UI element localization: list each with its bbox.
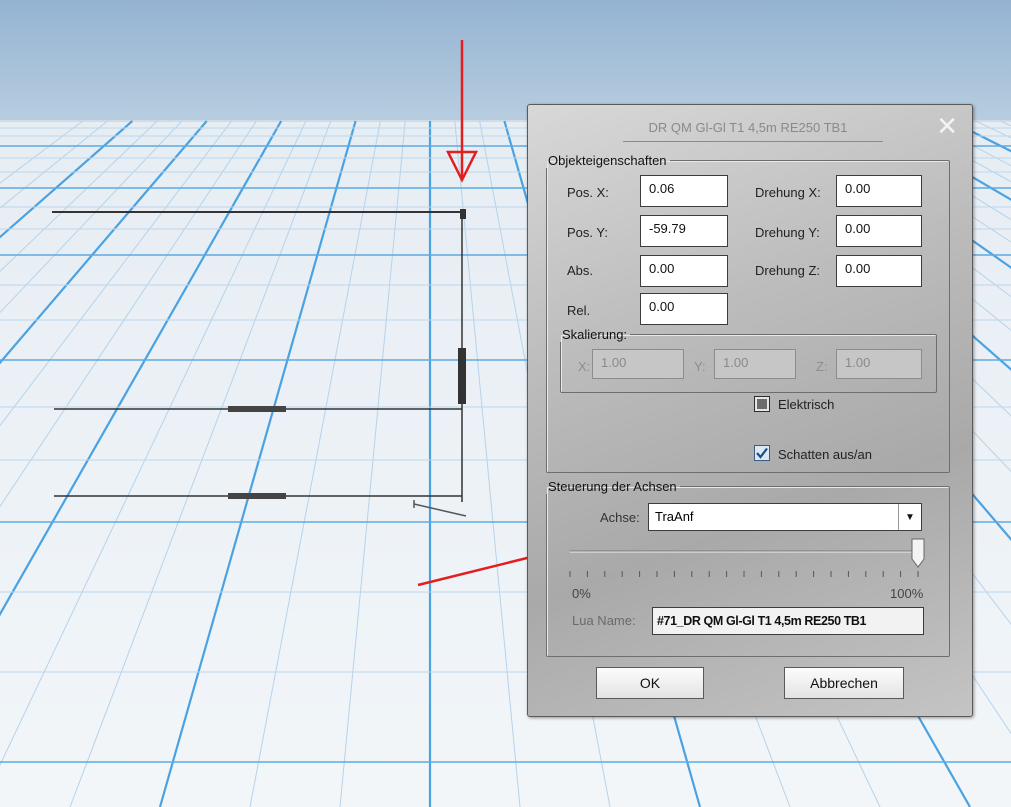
rotation-y-input[interactable]: 0.00 <box>836 215 922 247</box>
insulator-middle <box>228 406 286 412</box>
scale-y-label: Y: <box>694 359 706 374</box>
title-underline <box>623 141 883 142</box>
lua-name-field[interactable]: #71_DR QM Gl-Gl T1 4,5m RE250 TB1 <box>652 607 924 635</box>
axis-select-value: TraAnf <box>655 509 694 524</box>
slider-min-label: 0% <box>572 586 591 601</box>
cancel-button[interactable]: Abbrechen <box>784 667 904 699</box>
object-properties-dialog[interactable]: DR QM Gl-Gl T1 4,5m RE250 TB1 ✕ Objektei… <box>527 104 973 717</box>
electric-label: Elektrisch <box>778 397 835 412</box>
axis-control-legend: Steuerung der Achsen <box>548 479 677 494</box>
lua-name-label: Lua Name: <box>572 613 636 628</box>
close-icon[interactable]: ✕ <box>936 113 958 139</box>
rel-input[interactable]: 0.00 <box>640 293 728 325</box>
mast-top-cap <box>460 209 466 219</box>
ok-button[interactable]: OK <box>596 667 704 699</box>
shadow-checkbox[interactable] <box>754 445 770 461</box>
pos-y-input[interactable]: -59.79 <box>640 215 728 247</box>
scale-x-label: X: <box>578 359 591 374</box>
axis-label: Achse: <box>600 510 640 525</box>
insulator-bottom <box>228 493 286 499</box>
pos-x-label: Pos. X: <box>567 185 609 200</box>
rotation-x-label: Drehung X: <box>755 185 821 200</box>
slider-thumb[interactable] <box>911 538 925 568</box>
electric-checkbox-indeterminate-mark <box>757 399 767 409</box>
chevron-down-icon[interactable]: ▼ <box>898 504 921 530</box>
pos-x-input[interactable]: 0.06 <box>640 175 728 207</box>
slider-ticks <box>569 571 919 577</box>
rotation-y-label: Drehung Y: <box>755 225 820 240</box>
scale-x-input[interactable]: 1.00 <box>592 349 684 379</box>
scaling-legend: Skalierung: <box>562 327 628 342</box>
rotation-x-input[interactable]: 0.00 <box>836 175 922 207</box>
dialog-title: DR QM Gl-Gl T1 4,5m RE250 TB1 <box>648 120 848 135</box>
scale-z-input[interactable]: 1.00 <box>836 349 922 379</box>
abs-input[interactable]: 0.00 <box>640 255 728 287</box>
checkmark-icon <box>756 447 768 459</box>
rotation-z-label: Drehung Z: <box>755 263 821 278</box>
axis-slider[interactable] <box>564 537 934 581</box>
insulator-vertical <box>458 348 466 404</box>
electric-checkbox[interactable] <box>754 396 770 412</box>
sky <box>0 0 1011 121</box>
axis-select[interactable]: TraAnf ▼ <box>648 503 922 531</box>
rel-label: Rel. <box>567 303 591 318</box>
scale-y-input[interactable]: 1.00 <box>714 349 796 379</box>
object-properties-legend: Objekteigenschaften <box>548 153 667 168</box>
slider-max-label: 100% <box>890 586 924 601</box>
rotation-z-input[interactable]: 0.00 <box>836 255 922 287</box>
pos-y-label: Pos. Y: <box>567 225 608 240</box>
shadow-label: Schatten aus/an <box>778 447 872 462</box>
scale-z-label: Z: <box>816 359 828 374</box>
abs-label: Abs. <box>567 263 594 278</box>
